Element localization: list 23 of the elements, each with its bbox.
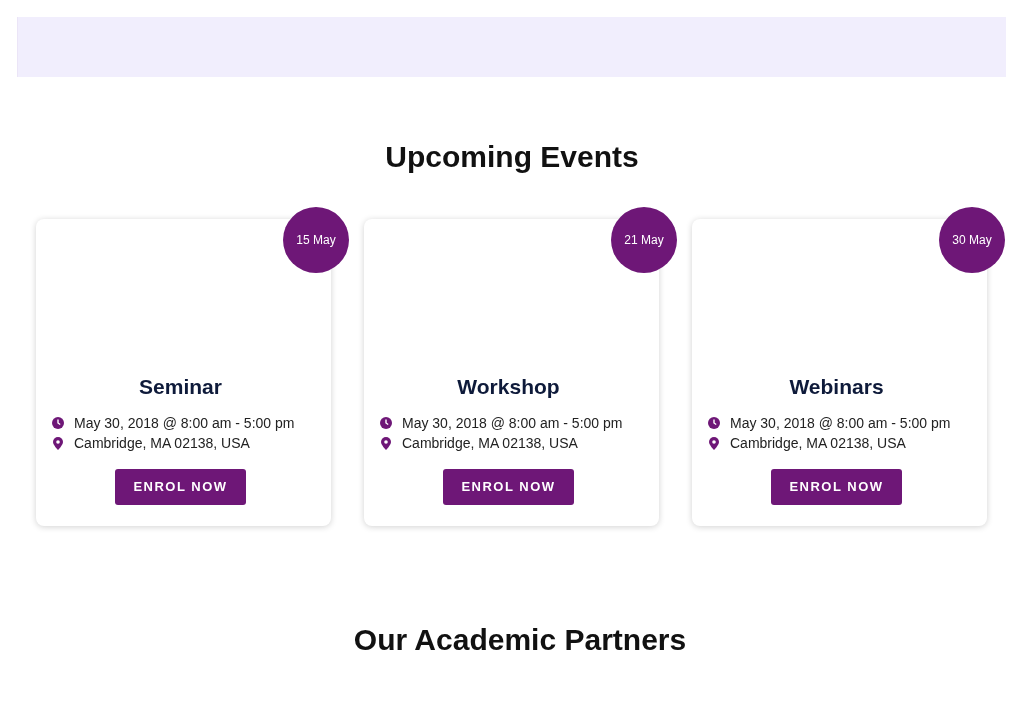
section-title: Our Academic Partners [352, 622, 688, 658]
date-badge: 15 May [283, 207, 349, 273]
clock-icon [380, 417, 392, 430]
enrol-button[interactable]: ENROL NOW [771, 469, 902, 506]
event-time: May 30, 2018 @ 8:00 am - 5:00 pm [74, 414, 295, 434]
location-pin-icon [53, 436, 63, 450]
event-time: May 30, 2018 @ 8:00 am - 5:00 pm [402, 414, 623, 434]
clock-icon [52, 417, 64, 430]
event-location: Cambridge, MA 02138, USA [402, 434, 578, 454]
event-title: Seminar [139, 374, 222, 400]
event-title: Workshop [457, 374, 560, 400]
enrol-button[interactable]: ENROL NOW [443, 469, 574, 506]
event-title: Webinars [789, 374, 884, 400]
enrol-button[interactable]: ENROL NOW [115, 469, 246, 506]
event-location: Cambridge, MA 02138, USA [74, 434, 250, 454]
event-location: Cambridge, MA 02138, USA [730, 434, 906, 454]
section-title: Upcoming Events [384, 139, 640, 175]
event-time: May 30, 2018 @ 8:00 am - 5:00 pm [730, 414, 951, 434]
location-pin-icon [709, 436, 719, 450]
date-badge: 30 May [939, 207, 1005, 273]
location-pin-icon [381, 436, 391, 450]
clock-icon [708, 417, 720, 430]
date-badge: 21 May [611, 207, 677, 273]
